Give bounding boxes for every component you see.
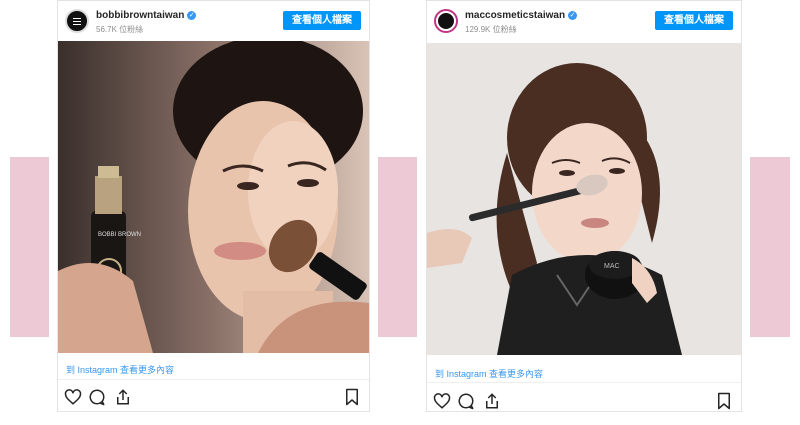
view-more-on-instagram-link[interactable]: 到 Instagram 查看更多內容	[66, 363, 174, 376]
avatar[interactable]	[434, 9, 458, 33]
action-bar	[64, 388, 363, 408]
action-bar	[433, 392, 735, 412]
share-icon[interactable]	[483, 392, 503, 412]
bookmark-icon[interactable]	[715, 392, 735, 412]
decorative-panel-middle	[378, 157, 417, 337]
view-more-on-instagram-link[interactable]: 到 Instagram 查看更多內容	[435, 367, 543, 380]
post-image[interactable]: MAC	[427, 43, 741, 355]
comment-icon[interactable]	[457, 392, 477, 412]
username[interactable]: maccosmeticstaiwan ✓	[465, 10, 578, 21]
divider	[427, 382, 741, 383]
verified-icon: ✓	[568, 11, 578, 20]
bottle-brand-text: BOBBI BROWN	[98, 232, 141, 238]
follower-count: 129.9K 位粉絲	[465, 25, 517, 34]
heart-icon[interactable]	[433, 392, 453, 412]
view-profile-button[interactable]: 查看個人檔案	[283, 11, 361, 30]
heart-icon[interactable]	[64, 388, 84, 408]
post-image[interactable]: BOBBI BROWN	[58, 41, 369, 353]
card-header: maccosmeticstaiwan ✓ 129.9K 位粉絲 查看個人檔案	[427, 1, 741, 41]
decorative-panel-left	[10, 157, 49, 337]
username[interactable]: bobbibrowntaiwan ✓	[96, 10, 197, 21]
follower-count: 56.7K 位粉絲	[96, 25, 144, 34]
verified-icon: ✓	[187, 11, 197, 20]
view-profile-button[interactable]: 查看個人檔案	[655, 11, 733, 30]
avatar[interactable]	[65, 9, 89, 33]
comment-icon[interactable]	[88, 388, 108, 408]
decorative-panel-right	[750, 157, 790, 337]
compact-brand-text: MAC	[604, 263, 620, 270]
card-header: bobbibrowntaiwan ✓ 56.7K 位粉絲 查看個人檔案	[58, 1, 369, 41]
instagram-embed-card: bobbibrowntaiwan ✓ 56.7K 位粉絲 查看個人檔案 BOBB…	[57, 0, 370, 412]
bookmark-icon[interactable]	[343, 388, 363, 408]
divider	[58, 379, 369, 380]
share-icon[interactable]	[114, 388, 134, 408]
instagram-embed-card: maccosmeticstaiwan ✓ 129.9K 位粉絲 查看個人檔案 M…	[426, 0, 742, 412]
